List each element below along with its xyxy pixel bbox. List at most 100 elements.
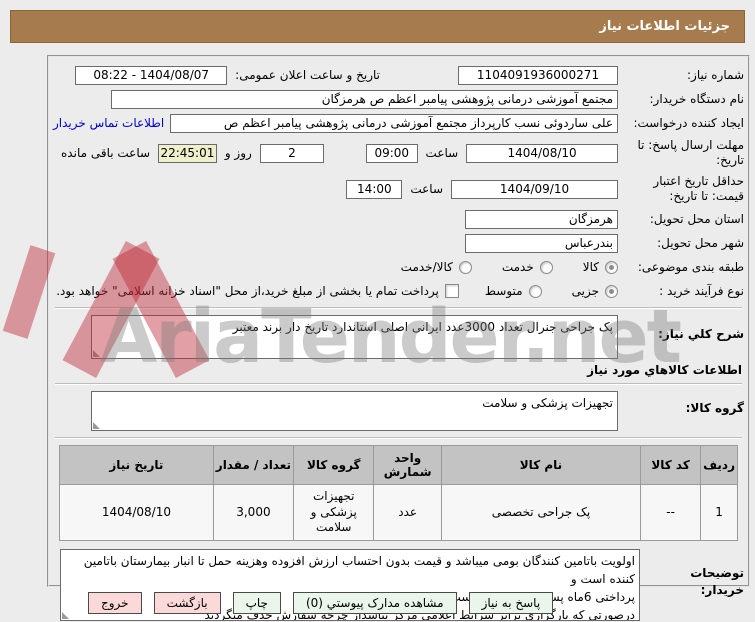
reply-hour-label: ساعت [425,146,459,160]
price-validity-label: حداقل تاریخ اعتبار قیمت: تا تاریخ: [653,174,744,203]
buyer-notes-label: توضیحات خریدار: [690,565,744,597]
radio-option[interactable]: جزیی [572,284,618,298]
action-button-row: پاسخ به نیاز مشاهده مدارک پیوستي (0) چاپ با… [88,592,554,614]
reply-to-need-button[interactable]: پاسخ به نیاز [468,592,554,614]
need-number-field[interactable]: 1104091936000271 [458,65,618,85]
goods-group-textarea[interactable]: تجهیزات پزشکی و سلامت [91,391,618,431]
goods-table-column-header: واحد شمارش [373,445,442,485]
countdown-field[interactable]: 22:45:01 [158,143,217,163]
need-description-textarea[interactable]: پک جراحی جنرال تعداد 3000عدد ایرانی اصلی… [91,315,618,359]
row-need-number: شماره نیاز: 1104091936000271 تاریخ و ساع… [53,65,744,85]
goods-table: ردیف کد کالا نام کالا واحد شمارش گروه کالا تع… [59,445,738,541]
need-details-window: جزئیات اطلاعات نیاز شماره نیاز: 11040919… [0,0,755,622]
goods-table-column-header: نام کالا [440,445,642,485]
resize-handle-icon[interactable] [62,611,69,619]
goods-group-text: تجهیزات پزشکی و سلامت [482,396,613,410]
back-button[interactable]: بازگشت [153,592,221,614]
separator [55,437,742,439]
treasury-payment-option[interactable]: پرداخت تمام یا بخشی از مبلغ خرید،از محل … [56,284,459,298]
table-cell: عدد [373,484,442,541]
buyer-org-label: نام دستگاه خریدار: [649,91,745,106]
page-title: جزئیات اطلاعات نیاز [599,19,730,34]
buyer-contact-link[interactable]: اطلاعات تماس خریدار [53,116,164,130]
delivery-province-field[interactable]: هرمزگان [465,209,618,229]
need-description-label: شرح کلي نیاز: [658,327,744,341]
goods-group-label: گروه کالا: [685,401,744,415]
goods-table-header-row: ردیف کد کالا نام کالا واحد شمارش گروه کالا تع… [59,445,738,485]
reply-deadline-label: مهلت ارسال پاسخ: تا تاریخ: [637,138,744,167]
row-goods-group: گروه کالا: تجهیزات پزشکی و سلامت [53,391,744,431]
goods-table-column-header: تعداد / مقدار [212,445,295,485]
window-title-bar: جزئیات اطلاعات نیاز [10,10,745,43]
table-cell: تجهیزات پزشکی و سلامت [293,484,375,541]
row-need-description: شرح کلي نیاز: پک جراحی جنرال تعداد 3000ع… [53,315,744,359]
buyer-org-field[interactable]: مجتمع آموزشی درمانی پژوهشی پیامبر اعظم ص… [111,89,618,109]
table-cell: 1404/08/10 [59,484,214,541]
row-reply-deadline: مهلت ارسال پاسخ: تا تاریخ: 1404/08/10 سا… [53,137,744,169]
need-number-label: شماره نیاز: [687,67,744,82]
view-attachments-button[interactable]: مشاهده مدارک پیوستي (0) [292,592,457,614]
radio-option-label: کالا/خدمت [400,260,453,274]
reply-time-field[interactable]: 09:00 [366,143,418,163]
process-type-radio-group: جزیی متوسط [485,284,618,298]
separator [55,307,742,309]
table-cell: پک جراحی تخصصی [440,484,642,541]
hours-remaining-label: ساعت باقی مانده [61,146,151,160]
goods-section-header: اطلاعات کالاهاي مورد نیاز [587,363,742,377]
validity-time-field[interactable]: 14:00 [346,179,403,199]
days-and-label: روز و [224,146,252,160]
request-creator-label: ایجاد کننده درخواست: [633,115,744,130]
resize-handle-icon[interactable] [93,350,100,357]
radio-option[interactable]: خدمت [502,260,553,274]
radio-option-label: کالا [582,260,599,274]
radio-unselected-icon[interactable] [528,284,542,298]
radio-option-label: جزیی [571,284,599,298]
row-process-type: نوع فرآیند خرید : جزیی متوسط پرداخت تمام … [53,281,744,301]
goods-table-column-header: تاریخ نیاز [59,445,214,485]
exit-button[interactable]: خروج [88,592,142,614]
goods-table-column-header: گروه کالا [293,445,375,485]
delivery-province-label: استان محل تحویل: [649,211,744,226]
table-cell: 3,000 [212,484,295,541]
radio-option-label: خدمت [501,260,534,274]
delivery-city-label: شهر محل تحویل: [657,235,744,250]
announce-datetime-label: تاریخ و ساعت اعلان عمومی: [235,68,380,82]
row-delivery-city: شهر محل تحویل: بندرعباس [53,233,744,253]
buyer-notes-line: اولویت باتامین کنندگان بومی میباشد و قیم… [83,553,635,586]
need-details-panel: شماره نیاز: 1104091936000271 تاریخ و ساع… [47,55,750,621]
row-request-creator: ایجاد کننده درخواست: علی ساردوئی نسب کار… [53,113,744,133]
delivery-city-field[interactable]: بندرعباس [465,233,618,253]
radio-option[interactable]: کالا/خدمت [401,260,472,274]
reply-deadline-date-field[interactable]: 1404/08/10 [466,143,618,163]
row-classification: طبقه بندی موضوعی: کالا خدمت کالا/خدمت [53,257,744,277]
radio-selected-icon[interactable] [605,260,618,274]
request-creator-field[interactable]: علی ساردوئی نسب کارپرداز مجتمع آموزشی در… [170,113,618,133]
need-description-text: پک جراحی جنرال تعداد 3000عدد ایرانی اصلی… [232,320,613,334]
table-row: 1 -- پک جراحی تخصصی عدد تجهیزات پزشکی و سلام… [59,484,738,541]
radio-option[interactable]: متوسط [485,284,542,298]
radio-option[interactable]: کالا [583,260,618,274]
checkbox-unchecked-icon[interactable] [444,284,459,298]
separator [55,383,742,385]
remaining-days-field[interactable]: 2 [259,143,324,163]
classification-label: طبقه بندی موضوعی: [637,259,744,274]
radio-unselected-icon[interactable] [539,260,553,274]
radio-option-label: متوسط [484,284,523,298]
treasury-payment-label: پرداخت تمام یا بخشی از مبلغ خرید،از محل … [56,284,439,298]
row-delivery-province: استان محل تحویل: هرمزگان [53,209,744,229]
row-buyer-org: نام دستگاه خریدار: مجتمع آموزشی درمانی پ… [53,89,744,109]
resize-handle-icon[interactable] [93,422,100,429]
announce-datetime-field[interactable]: 1404/08/07 - 08:22 [75,65,228,85]
validity-hour-label: ساعت [410,182,443,196]
goods-table-column-header: ردیف [700,445,738,485]
row-price-validity: حداقل تاریخ اعتبار قیمت: تا تاریخ: 1404/… [53,173,744,205]
classification-radio-group: کالا خدمت کالا/خدمت [401,260,618,274]
process-type-label: نوع فرآیند خرید : [659,283,744,298]
table-cell: 1 [700,484,738,541]
goods-table-column-header: کد کالا [640,445,702,485]
price-validity-date-field[interactable]: 1404/09/10 [451,179,618,199]
radio-selected-icon[interactable] [605,284,618,298]
print-button[interactable]: چاپ [232,592,281,614]
radio-unselected-icon[interactable] [458,260,472,274]
table-cell: -- [640,484,702,541]
